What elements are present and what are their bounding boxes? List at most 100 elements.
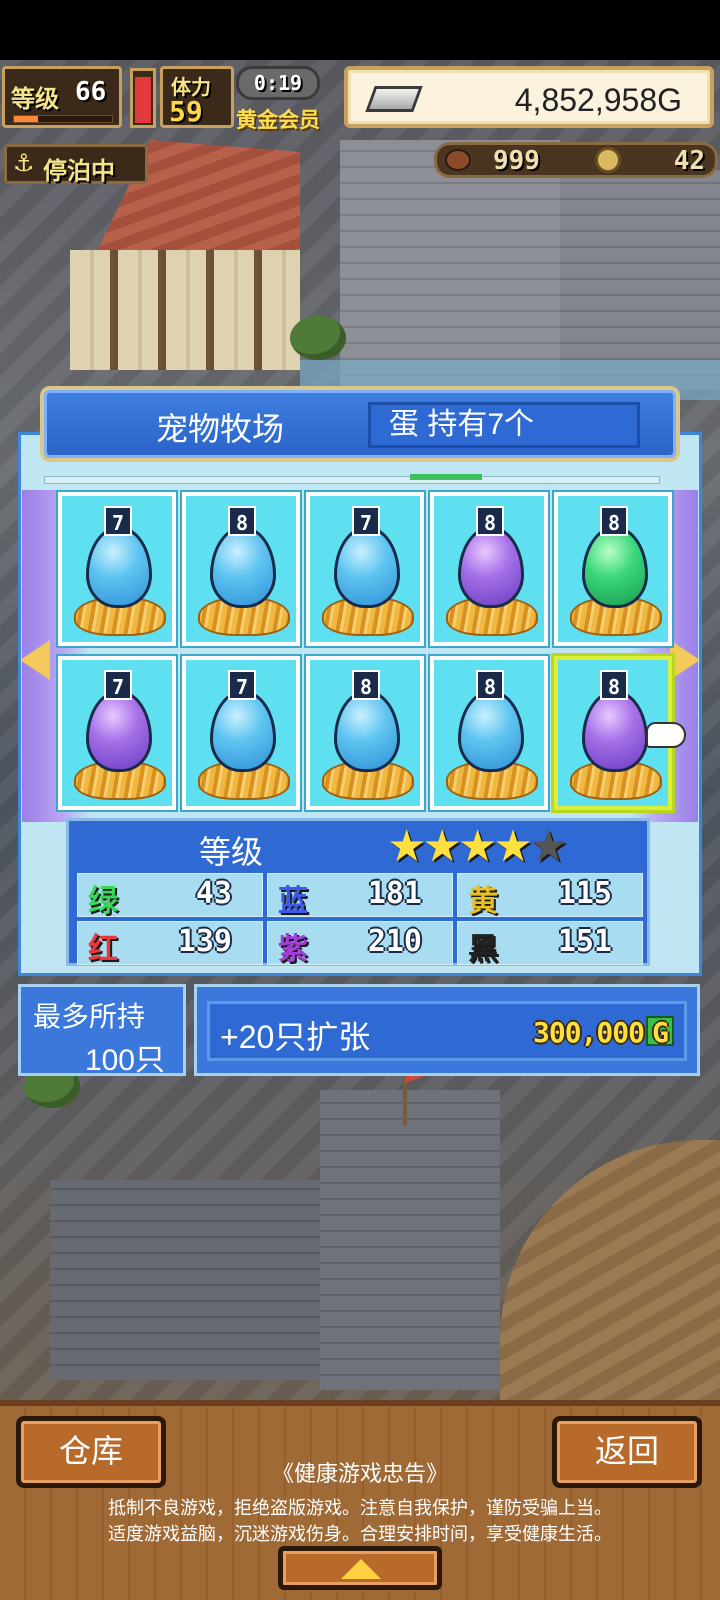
stamina-bar: [130, 68, 156, 128]
health-notice-line-2: 适度游戏益脑，沉迷游戏伤身。合理安排时间，享受健康生活。: [108, 1524, 612, 1544]
egg-slot[interactable]: 8: [306, 656, 424, 810]
castle-tower-right: [560, 170, 720, 390]
egg-level: 8: [476, 670, 504, 700]
egg-level: 8: [352, 670, 380, 700]
stamina-box: 体力 59: [160, 66, 234, 128]
expand-price-value: 300,000: [532, 1016, 645, 1049]
dock-status-label: 停泊中: [43, 157, 115, 185]
health-notice-title: 《健康游戏忠告》: [271, 1461, 448, 1486]
xp-bar-fill: [14, 116, 38, 122]
stat-value: 43: [195, 876, 232, 911]
gold-currency-icon: G: [646, 1016, 674, 1048]
grade-stars: ★★★★★: [387, 821, 569, 872]
stamina-value: 59: [169, 95, 203, 128]
egg-slot[interactable]: 8: [182, 492, 300, 646]
expand-price: 300,000 G: [533, 1016, 674, 1052]
purple-egg-icon: [458, 526, 524, 608]
blue-egg-icon: [210, 526, 276, 608]
star-filled-icon: ★: [422, 821, 462, 872]
stamina-bar-fill: [135, 77, 151, 123]
egg-level: 8: [600, 506, 628, 536]
resource-1-value: 999: [493, 146, 540, 176]
stat-cell: 绿 43: [77, 873, 263, 919]
egg-slot[interactable]: 7: [182, 656, 300, 810]
egg-slot[interactable]: 8: [554, 492, 672, 646]
egg-level: 7: [104, 506, 132, 536]
purple-egg-icon: [582, 690, 648, 772]
blue-egg-icon: [210, 690, 276, 772]
stat-key: 紫: [278, 932, 308, 967]
star-filled-icon: ★: [457, 821, 498, 872]
egg-stats-panel: 等级 ★★★★★ 绿 43 蓝 181 黄 115 红 139 紫 210 黑 151: [66, 818, 650, 967]
page-scroll-track[interactable]: [44, 476, 660, 484]
tree: [290, 316, 346, 360]
blue-egg-icon: [334, 690, 400, 772]
stat-cell: 黄 115: [457, 873, 643, 919]
stat-key: 黑: [468, 932, 498, 967]
stat-key: 蓝: [278, 884, 308, 919]
capacity-box: 最多所持 100只: [18, 984, 186, 1077]
star-empty-icon: ★: [528, 821, 569, 872]
blue-egg-icon: [86, 526, 152, 608]
player-level-box: 等级 66: [2, 66, 122, 128]
egg-slot[interactable]: 7: [58, 492, 176, 646]
stat-cell: 紫 210: [267, 921, 453, 967]
resource-2-value: 42: [673, 146, 705, 176]
ranch-title: 宠物牧场: [156, 411, 285, 447]
medal-icon: [595, 147, 621, 173]
egg-slot[interactable]: 7: [58, 656, 176, 810]
lower-castle-wall: [50, 1180, 320, 1380]
egg-level: 7: [352, 506, 380, 536]
dock-status-badge[interactable]: ⚓ 停泊中: [4, 144, 148, 185]
expand-button-inner[interactable]: +20只扩张 300,000 G: [207, 1001, 687, 1061]
lower-castle-tower: [320, 1090, 500, 1390]
egg-slot[interactable]: 7: [306, 492, 424, 646]
page-scroll-thumb[interactable]: [410, 474, 482, 480]
expand-button[interactable]: +20只扩张 300,000 G: [194, 984, 700, 1076]
purple-egg-icon: [86, 690, 152, 772]
stat-value: 210: [367, 924, 422, 959]
silver-ingot-icon: [365, 86, 423, 112]
grade-label: 等级: [199, 834, 264, 870]
hand-pointer-icon: [646, 722, 686, 748]
gold-value: 4,852,958G: [514, 82, 682, 118]
stat-value: 139: [177, 924, 232, 959]
health-notice-line-1: 抵制不良游戏，拒绝盗版游戏。注意自我保护，谨防受骗上当。: [108, 1498, 612, 1518]
stat-key: 黄: [468, 884, 498, 919]
stat-value: 181: [367, 876, 422, 911]
egg-slot[interactable]: 8: [430, 656, 548, 810]
egg-level: 8: [600, 670, 628, 700]
egg-slot[interactable]: 8: [430, 492, 548, 646]
egg-level: 8: [476, 506, 504, 536]
stat-key: 绿: [88, 884, 118, 919]
blue-egg-icon: [458, 690, 524, 772]
stat-cell: 蓝 181: [267, 873, 453, 919]
stat-cell: 红 139: [77, 921, 263, 967]
expand-label: +20只扩张: [220, 1019, 371, 1055]
egg-level: 8: [228, 506, 256, 536]
membership-label[interactable]: 黄金会员: [236, 104, 336, 132]
egg-level: 7: [104, 670, 132, 700]
resource-bar: 999 42: [434, 142, 718, 178]
bean-icon: [445, 149, 471, 171]
ranch-title-bar: 宠物牧场 蛋 持有7个: [40, 386, 680, 462]
gold-display[interactable]: 4,852,958G: [344, 66, 714, 128]
arrow-up-icon: [341, 1559, 381, 1579]
expand-menu-button[interactable]: [278, 1546, 442, 1590]
egg-count: 蛋 持有7个: [368, 402, 640, 448]
stat-value: 151: [557, 924, 612, 959]
capacity-value: 100只: [84, 1044, 165, 1077]
star-filled-icon: ★: [387, 821, 427, 872]
stat-value: 115: [557, 876, 612, 911]
level-label: 等级: [11, 85, 59, 113]
xp-bar: [13, 115, 113, 123]
level-value: 66: [75, 77, 107, 107]
stat-key: 红: [88, 932, 118, 967]
stamina-timer: 0:19: [236, 66, 320, 100]
green-egg-icon: [582, 526, 648, 608]
house-beams: [70, 250, 300, 370]
star-filled-icon: ★: [493, 821, 533, 872]
egg-level: 7: [228, 670, 256, 700]
blue-egg-icon: [334, 526, 400, 608]
capacity-label: 最多所持: [33, 1001, 146, 1032]
